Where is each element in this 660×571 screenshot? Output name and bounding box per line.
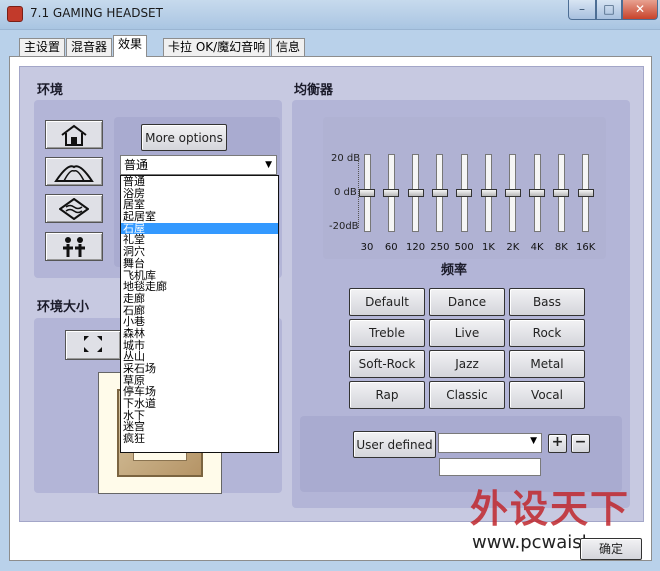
user-preset-select[interactable]: ▼ xyxy=(438,433,542,453)
add-preset-button[interactable]: + xyxy=(548,434,567,453)
more-options-button[interactable]: More options xyxy=(141,124,227,151)
expand-button[interactable] xyxy=(65,330,121,360)
app-icon xyxy=(7,6,23,22)
preset-button[interactable]: Metal xyxy=(509,350,585,378)
environment-selected-value: 普通 xyxy=(124,158,149,172)
environment-size-header: 环境大小 xyxy=(37,300,90,315)
chevron-down-icon: ▼ xyxy=(530,436,537,446)
preset-button[interactable]: Live xyxy=(429,319,505,347)
environment-select[interactable]: 普通 ▼ xyxy=(120,155,277,175)
environment-option[interactable]: 起居室 xyxy=(121,211,278,223)
preset-button[interactable]: Soft-Rock xyxy=(349,350,425,378)
maximize-button[interactable]: □ xyxy=(596,0,622,20)
environment-option[interactable]: 走廊 xyxy=(121,293,278,305)
environment-header: 环境 xyxy=(37,83,64,98)
minimize-button[interactable]: – xyxy=(568,0,596,20)
concert-hall-icon xyxy=(54,165,94,182)
preset-button[interactable]: Jazz xyxy=(429,350,505,378)
people-icon-button[interactable] xyxy=(45,232,103,261)
preset-button[interactable]: Treble xyxy=(349,319,425,347)
waves-icon-button[interactable] xyxy=(45,194,103,223)
tab-info[interactable]: 信息 xyxy=(271,38,306,56)
environment-option[interactable]: 采石场 xyxy=(121,363,278,375)
eq-slider-thumb[interactable] xyxy=(456,189,473,197)
user-defined-button[interactable]: User defined xyxy=(353,431,436,458)
environment-dropdown-list[interactable]: 普通 浴房 居室 起居室 石屋 礼堂 洞穴 舞台 飞机库 地毯走廊 走廊 石廊 小巷 森林 城市 丛山 采石场草… xyxy=(120,175,279,453)
remove-preset-button[interactable]: − xyxy=(571,434,590,453)
eq-slider-thumb[interactable] xyxy=(553,189,570,197)
db-label-top: 20 dB xyxy=(331,153,361,164)
preset-button[interactable]: Rock xyxy=(509,319,585,347)
preset-button[interactable]: Rap xyxy=(349,381,425,409)
concert-hall-icon-button[interactable] xyxy=(45,157,103,186)
house-icon-button[interactable] xyxy=(45,120,103,149)
preset-button[interactable]: Classic xyxy=(429,381,505,409)
equalizer-header: 均衡器 xyxy=(294,83,334,98)
expand-arrows-icon xyxy=(84,336,102,352)
eq-slider-thumb[interactable] xyxy=(383,189,400,197)
db-label-mid: 0 dB xyxy=(334,187,357,198)
eq-slider-thumb[interactable] xyxy=(577,189,594,197)
eq-slider-thumb[interactable] xyxy=(480,189,497,197)
tab-mixer[interactable]: 混音器 xyxy=(66,38,113,56)
eq-slider-thumb[interactable] xyxy=(359,189,375,197)
preset-button[interactable]: Bass xyxy=(509,288,585,316)
watermark-logo: 外设天下 xyxy=(470,487,631,531)
environment-option[interactable]: 森林 xyxy=(121,328,278,340)
people-icon xyxy=(63,237,85,257)
chevron-down-icon: ▼ xyxy=(265,160,272,170)
preset-button[interactable]: Default xyxy=(349,288,425,316)
eq-slider-thumb[interactable] xyxy=(529,189,546,197)
preset-button[interactable]: Dance xyxy=(429,288,505,316)
tab-effects[interactable]: 效果 xyxy=(113,35,148,57)
eq-slider-thumb[interactable] xyxy=(431,189,448,197)
frequency-label: 16K xyxy=(576,242,596,253)
environment-option[interactable]: 下水道 xyxy=(121,398,278,410)
house-icon xyxy=(61,124,87,146)
waves-icon xyxy=(59,198,89,220)
ok-button[interactable]: 确定 xyxy=(580,538,642,560)
db-label-bottom: -20dB xyxy=(329,221,359,232)
close-button[interactable]: ✕ xyxy=(622,0,658,20)
eq-slider-thumb[interactable] xyxy=(504,189,521,197)
tab-main-settings[interactable]: 主设置 xyxy=(19,38,66,56)
environment-option[interactable]: 疯狂 xyxy=(121,433,278,445)
preset-button[interactable]: Vocal xyxy=(509,381,585,409)
tab-karaoke[interactable]: 卡拉 OK/魔幻音响 xyxy=(163,38,271,56)
environment-option[interactable]: 舞台 xyxy=(121,258,278,270)
frequency-axis-label: 频率 xyxy=(441,263,468,278)
environment-option[interactable]: 普通 xyxy=(121,176,278,188)
window-title: 7.1 GAMING HEADSET xyxy=(30,6,163,20)
preset-name-input[interactable] xyxy=(439,458,541,476)
eq-slider-thumb[interactable] xyxy=(407,189,424,197)
